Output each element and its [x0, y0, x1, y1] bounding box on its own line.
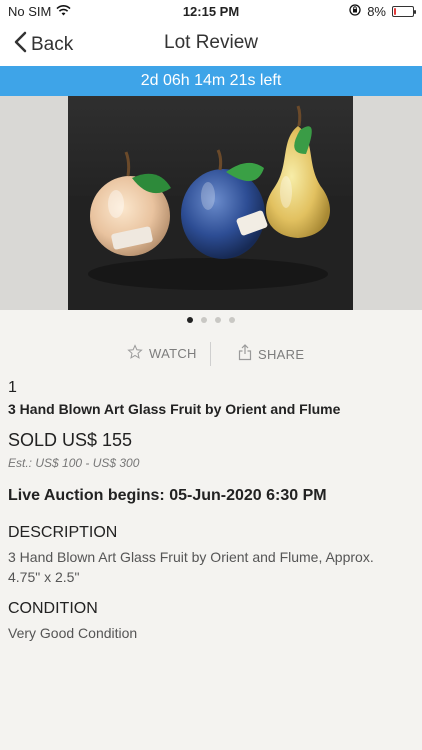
battery-icon	[392, 6, 416, 17]
navigation-bar: Back Lot Review	[0, 24, 422, 66]
watch-button[interactable]: WATCH	[127, 344, 197, 363]
condition-heading: CONDITION	[8, 600, 98, 617]
lot-title: 3 Hand Blown Art Glass Fruit by Orient a…	[8, 401, 341, 417]
star-icon	[127, 344, 143, 363]
sold-price: SOLD US$ 155	[8, 430, 133, 450]
countdown-timer: 2d 06h 14m 21s left	[0, 66, 422, 96]
page-title: Lot Review	[164, 32, 258, 53]
battery-percent: 8%	[367, 4, 386, 19]
description-heading: DESCRIPTION	[8, 524, 118, 541]
page-dot[interactable]	[201, 317, 207, 323]
share-button[interactable]: SHARE	[238, 344, 304, 364]
lot-photo[interactable]	[68, 96, 353, 310]
page-dot[interactable]	[229, 317, 235, 323]
image-gallery[interactable]	[0, 96, 422, 310]
watch-label: WATCH	[149, 346, 197, 361]
page-dot[interactable]	[215, 317, 221, 323]
share-icon	[238, 344, 252, 364]
page-dot[interactable]	[187, 317, 193, 323]
description-text: 3 Hand Blown Art Glass Fruit by Orient a…	[8, 549, 374, 585]
lot-actions: WATCH SHARE	[0, 340, 422, 368]
gallery-page-indicator[interactable]	[0, 317, 422, 323]
status-bar: No SIM 12:15 PM 8%	[0, 0, 422, 24]
action-divider	[210, 342, 211, 366]
live-auction-date: Live Auction begins: 05-Jun-2020 6:30 PM	[8, 487, 327, 504]
battery-fill	[394, 8, 396, 15]
condition-text: Very Good Condition	[8, 625, 138, 641]
share-label: SHARE	[258, 346, 305, 362]
orientation-lock-icon	[349, 4, 361, 19]
status-right: 8%	[349, 4, 416, 19]
estimate: Est.: US$ 100 - US$ 300	[8, 456, 140, 470]
lot-number: 1	[8, 379, 17, 396]
